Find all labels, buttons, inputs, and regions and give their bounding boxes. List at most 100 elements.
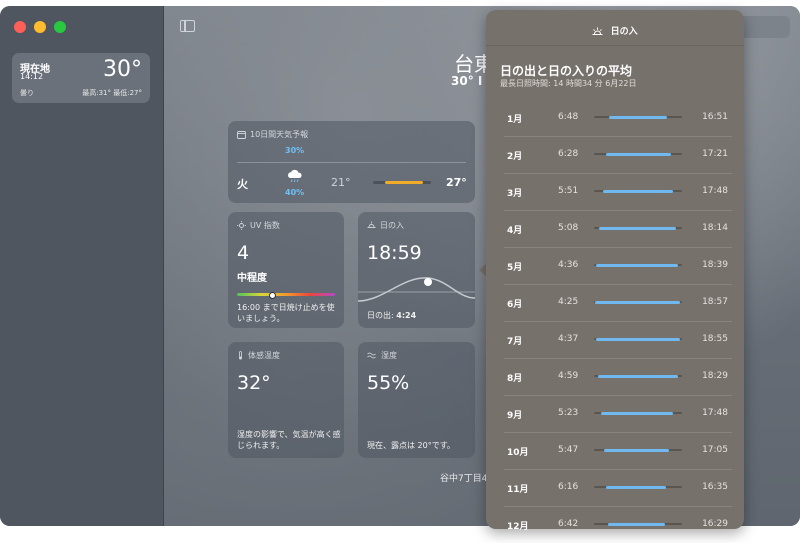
- rain-cloud-icon: [288, 169, 302, 183]
- daylight-track: [594, 115, 682, 119]
- sunrise-time: 5:51: [558, 186, 579, 196]
- daylight-bar: [606, 152, 671, 156]
- feels-value: 32°: [237, 372, 271, 394]
- humidity-title: 湿度: [367, 350, 397, 361]
- humidity-icon: [367, 352, 376, 359]
- sun-arc-graph: [358, 277, 475, 302]
- sunrise-time: 5:47: [558, 445, 579, 455]
- month-row: 11月 6:16 16:35: [504, 469, 732, 506]
- sunset-time: 17:48: [702, 186, 728, 196]
- forecast-prev-row: 30%: [237, 144, 467, 156]
- month-row: 12月 6:42 16:29: [504, 506, 732, 543]
- forecast-low: 21°: [331, 176, 351, 189]
- sunrise-time: 4:59: [558, 371, 579, 381]
- daylight-track: [594, 189, 682, 193]
- sunrise-time: 4:36: [558, 260, 579, 270]
- humidity-card[interactable]: 湿度 55% 現在、露点は 20°です。: [358, 342, 475, 458]
- sunset-title-text: 日の入: [380, 221, 404, 230]
- daylight-bar: [595, 263, 679, 267]
- feels-title: 体感温度: [237, 350, 280, 361]
- city-summary: 30° I: [451, 74, 483, 88]
- uv-level: 中程度: [237, 273, 267, 284]
- daylight-track: [594, 411, 682, 415]
- daylight-bar: [606, 485, 667, 489]
- sunrise-time: 6:42: [558, 519, 579, 529]
- daylight-bar: [608, 115, 668, 119]
- sunset-time: 18:57: [702, 297, 728, 307]
- sunrise-time: 5:23: [558, 408, 579, 418]
- location-temp: 30°: [103, 57, 142, 82]
- month-row: 6月 4:25 18:57: [504, 284, 732, 321]
- month-row: 7月 4:37 18:55: [504, 321, 732, 358]
- humidity-value: 55%: [367, 372, 410, 394]
- sidebar: 現在地 14:12 30° 曇り 最高:31° 最低:27°: [0, 6, 164, 526]
- daylight-bar: [595, 337, 681, 341]
- sunset-popover: 日の入 日の出と日の入りの平均 最長日照時間: 14 時間34 分 6月22日 …: [486, 10, 744, 532]
- uv-card[interactable]: UV 指数 4 中程度 16:00 まで日焼け止めを使いましょう。: [228, 212, 344, 328]
- daylight-track: [594, 152, 682, 156]
- month-row: 3月 5:51 17:48: [504, 173, 732, 210]
- sunset-time: 16:51: [702, 112, 728, 122]
- sunrise-label: 日の出:: [367, 311, 394, 320]
- month-row: 2月 6:28 17:21: [504, 136, 732, 173]
- sun-position-marker: [424, 278, 432, 286]
- humidity-title-text: 湿度: [381, 351, 397, 360]
- sunrise-text: 日の出: 4:24: [367, 310, 416, 321]
- sunset-icon: [592, 27, 603, 35]
- month-label: 1月: [507, 115, 523, 125]
- uv-description: 16:00 まで日焼け止めを使いましょう。: [237, 303, 335, 323]
- month-label: 9月: [507, 411, 523, 421]
- forecast-prev-rain: 30%: [285, 146, 305, 155]
- daylight-track: [594, 300, 682, 304]
- month-label: 8月: [507, 374, 523, 384]
- popover-header-text: 日の入: [610, 27, 638, 37]
- sunset-value: 18:59: [367, 242, 422, 264]
- popover-divider: [486, 45, 744, 46]
- month-list: 1月 6:48 16:51 2月 6:28 17:21 3月 5:51 17:48 4月 5:08 1…: [504, 100, 732, 543]
- month-row: 9月 5:23 17:48: [504, 395, 732, 432]
- uv-title: UV 指数: [237, 220, 280, 231]
- sunset-time: 17:48: [702, 408, 728, 418]
- sunrise-value: 4:24: [396, 311, 417, 320]
- month-row: 5月 4:36 18:39: [504, 247, 732, 284]
- month-label: 7月: [507, 337, 523, 347]
- window-controls: [14, 21, 66, 33]
- sunrise-time: 5:08: [558, 223, 579, 233]
- calendar-icon: [237, 131, 246, 139]
- daylight-bar: [608, 522, 666, 526]
- sunset-time: 18:55: [702, 334, 728, 344]
- daylight-track: [594, 485, 682, 489]
- feels-title-text: 体感温度: [248, 351, 280, 360]
- daylight-bar: [603, 448, 669, 452]
- uv-value: 4: [237, 242, 250, 264]
- forecast-card[interactable]: 10日間天気予報 30% 火 40% 21° 27°: [228, 121, 475, 203]
- location-condition: 曇り: [20, 89, 34, 97]
- month-label: 10月: [507, 448, 529, 458]
- zoom-button[interactable]: [54, 21, 66, 33]
- feels-like-card[interactable]: 体感温度 32° 湿度の影響で、気温が高く感じられます。: [228, 342, 344, 458]
- feels-description: 湿度の影響で、気温が高く感じられます。: [237, 430, 341, 450]
- forecast-title: 10日間天気予報: [237, 129, 308, 140]
- forecast-temp-bar-fill: [384, 181, 423, 184]
- daylight-track: [594, 226, 682, 230]
- month-row: 8月 4:59 18:29: [504, 358, 732, 395]
- location-card-current[interactable]: 現在地 14:12 30° 曇り 最高:31° 最低:27°: [12, 53, 150, 103]
- sunrise-time: 6:48: [558, 112, 579, 122]
- daylight-bar: [598, 374, 678, 378]
- daylight-track: [594, 337, 682, 341]
- sunset-card[interactable]: 日の入 18:59 日の出: 4:24: [358, 212, 475, 328]
- daylight-bar: [594, 300, 681, 304]
- daylight-bar: [602, 189, 674, 193]
- sunrise-time: 4:37: [558, 334, 579, 344]
- sunset-time: 18:29: [702, 371, 728, 381]
- location-hilo: 最高:31° 最低:27°: [82, 89, 142, 97]
- sunset-icon: [367, 221, 376, 228]
- close-button[interactable]: [14, 21, 26, 33]
- daylight-track: [594, 522, 682, 526]
- month-label: 3月: [507, 189, 523, 199]
- popover-title: 日の出と日の入りの平均: [500, 64, 633, 78]
- sunset-time: 16:35: [702, 482, 728, 492]
- minimize-button[interactable]: [34, 21, 46, 33]
- sidebar-toggle-icon[interactable]: [180, 20, 195, 32]
- sunset-time: 18:39: [702, 260, 728, 270]
